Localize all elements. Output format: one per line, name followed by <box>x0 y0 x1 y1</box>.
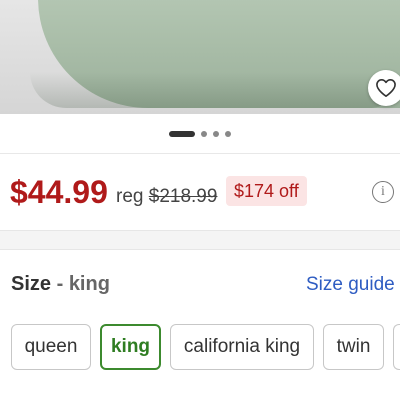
heart-icon <box>376 79 396 97</box>
price-row: $44.99 reg $218.99 $174 off i <box>0 170 400 214</box>
size-option-california-king[interactable]: california king <box>170 324 314 370</box>
selected-size: king <box>68 273 110 295</box>
savings-badge: $174 off <box>226 176 307 206</box>
carousel-dot[interactable] <box>213 131 219 137</box>
reg-label: reg <box>116 186 144 207</box>
size-option-twin[interactable]: twin <box>323 324 384 370</box>
size-option-queen[interactable]: queen <box>11 324 91 370</box>
carousel-dot[interactable] <box>225 131 231 137</box>
info-icon[interactable]: i <box>372 181 394 203</box>
carousel-dot[interactable] <box>201 131 207 137</box>
size-guide-link[interactable]: Size guide <box>306 274 395 296</box>
size-options: queen king california king twin <box>0 324 400 372</box>
size-option-king[interactable]: king <box>100 324 161 370</box>
carousel-dot[interactable] <box>169 131 195 137</box>
favorite-button[interactable] <box>368 70 400 106</box>
size-title: Size - king <box>11 273 110 296</box>
reg-price-value: $218.99 <box>148 186 218 207</box>
carousel-indicator <box>0 130 400 138</box>
size-label: Size <box>11 273 52 295</box>
product-image[interactable] <box>0 0 400 114</box>
size-separator: - <box>51 273 69 295</box>
regular-price: reg $218.99 <box>116 186 217 208</box>
current-price: $44.99 <box>10 174 108 210</box>
sheet-fold-shadow <box>30 72 390 108</box>
divider <box>0 153 400 154</box>
size-option-partial[interactable] <box>393 324 400 370</box>
size-header: Size - king Size guide <box>0 272 400 298</box>
section-separator <box>0 230 400 250</box>
